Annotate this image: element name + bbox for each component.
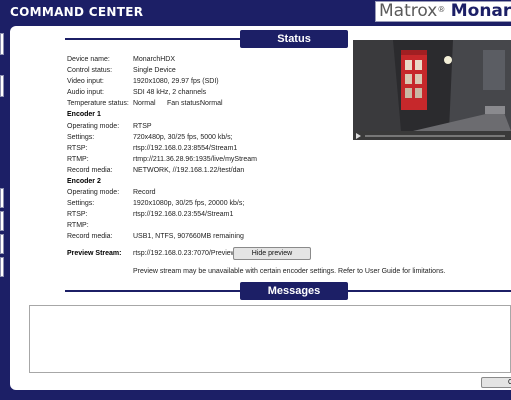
logo-monarch-text: Monarch	[450, 1, 511, 21]
encoder1-rtmp-label: RTMP:	[67, 156, 89, 163]
logo-matrox-text: Matrox	[379, 1, 438, 21]
encoder2-heading: Encoder 2	[67, 178, 101, 185]
fan-status-value: Normal	[200, 100, 223, 107]
preview-note: Preview stream may be unavailable with c…	[133, 268, 446, 275]
encoder1-record-media-label: Record media:	[67, 167, 113, 174]
side-nav-button-6[interactable]	[0, 257, 4, 277]
fan-status-label: Fan status:	[167, 100, 202, 107]
encoder2-operating-mode-label: Operating mode:	[67, 189, 120, 196]
encoder1-settings-value: 720x480p, 30/25 fps, 5000 kb/s;	[133, 134, 233, 141]
encoder2-operating-mode-value: Record	[133, 189, 156, 196]
encoder1-settings-label: Settings:	[67, 134, 95, 141]
encoder1-operating-mode-value: RTSP	[133, 123, 152, 130]
side-nav-button-2[interactable]	[0, 75, 4, 97]
play-icon[interactable]	[356, 133, 361, 139]
control-status-label: Control status:	[67, 67, 113, 74]
side-nav-button-1[interactable]	[0, 33, 4, 55]
video-progress-track[interactable]	[365, 135, 505, 137]
side-nav-button-3[interactable]	[0, 188, 4, 208]
encoder2-rtsp-value: rtsp://192.168.0.23:554/Stream1	[133, 211, 234, 218]
temperature-label: Temperature status:	[67, 100, 129, 107]
video-input-value: 1920x1080, 29.97 fps (SDI)	[133, 78, 219, 85]
app-title: COMMAND CENTER	[10, 5, 144, 19]
encoder2-record-media-label: Record media:	[67, 233, 113, 240]
app-header: COMMAND CENTER Matrox® Monarch	[0, 0, 511, 26]
side-nav-button-5[interactable]	[0, 234, 4, 254]
messages-box[interactable]	[29, 305, 511, 373]
device-name-value: MonarchHDX	[133, 56, 176, 63]
encoder1-rtmp-value: rtmp://211.36.28.96:1935/live/myStream	[133, 156, 257, 163]
video-preview[interactable]	[353, 40, 511, 140]
temperature-value: Normal	[133, 100, 156, 107]
audio-input-value: SDI 48 kHz, 2 channels	[133, 89, 207, 96]
status-section-title: Status	[240, 30, 348, 48]
device-name-label: Device name:	[67, 56, 110, 63]
encoder1-record-media-value: NETWORK, //192.168.1.22/test/dan	[133, 167, 245, 174]
encoder2-rtmp-label: RTMP:	[67, 222, 89, 229]
preview-stream-value: rtsp://192.168.0.23:7070/Preview	[133, 250, 236, 257]
video-control-bar[interactable]	[353, 131, 511, 140]
logo-registered-mark: ®	[437, 5, 446, 14]
encoder2-settings-label: Settings:	[67, 200, 95, 207]
matrox-monarch-logo: Matrox® Monarch	[375, 1, 511, 22]
encoder2-record-media-value: USB1, NTFS, 907660MB remaining	[133, 233, 244, 240]
encoder1-rtsp-label: RTSP:	[67, 145, 88, 152]
control-status-value: Single Device	[133, 67, 176, 74]
video-input-label: Video input:	[67, 78, 104, 85]
video-preview-frame	[353, 40, 511, 131]
preview-stream-label: Preview Stream:	[67, 250, 122, 257]
encoder1-heading: Encoder 1	[67, 111, 101, 118]
hide-preview-button[interactable]: Hide preview	[233, 247, 311, 260]
encoder1-operating-mode-label: Operating mode:	[67, 123, 120, 130]
side-nav-button-4[interactable]	[0, 211, 4, 231]
encoder1-rtsp-value: rtsp://192.168.0.23:8554/Stream1	[133, 145, 238, 152]
encoder2-settings-value: 1920x1080p, 30/25 fps, 20000 kb/s;	[133, 200, 245, 207]
messages-action-button[interactable]: C	[481, 377, 511, 388]
messages-section-title: Messages	[240, 282, 348, 300]
audio-input-label: Audio input:	[67, 89, 104, 96]
encoder2-rtsp-label: RTSP:	[67, 211, 88, 218]
